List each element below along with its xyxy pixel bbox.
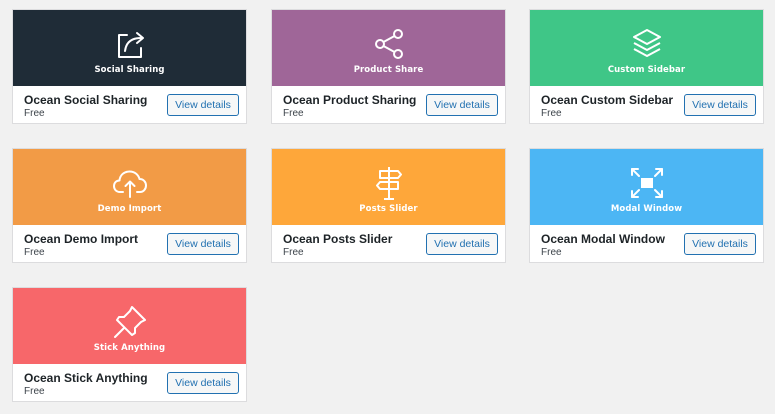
view-details-button[interactable]: View details [167,372,239,394]
extension-card-posts-slider[interactable]: Posts Slider Ocean Posts Slider Free Vie… [271,148,506,263]
extension-card-stick-anything[interactable]: Stick Anything Ocean Stick Anything Free… [12,287,247,402]
extensions-grid: Social Sharing Ocean Social Sharing Free… [0,0,775,414]
extension-banner[interactable]: Social Sharing [13,10,246,86]
extension-card-demo-import[interactable]: Demo Import Ocean Demo Import Free View … [12,148,247,263]
extension-price: Free [541,247,562,258]
view-details-button[interactable]: View details [167,94,239,116]
extension-meta: Ocean Product Sharing Free View details [272,86,505,124]
extension-title: Ocean Stick Anything [24,371,148,385]
layers-icon [632,29,661,57]
extension-title: Ocean Modal Window [541,232,665,246]
extension-card-product-sharing[interactable]: Product Share Ocean Product Sharing Free… [271,9,506,124]
view-details-button[interactable]: View details [167,233,239,255]
extension-price: Free [24,108,45,119]
extension-title: Ocean Demo Import [24,232,139,246]
extension-card-social-sharing[interactable]: Social Sharing Ocean Social Sharing Free… [12,9,247,124]
extension-meta: Ocean Modal Window Free View details [530,225,763,263]
banner-label: Posts Slider [359,204,418,214]
extension-banner[interactable]: Stick Anything [13,288,246,364]
banner-label: Modal Window [610,204,683,214]
banner-label: Stick Anything [93,343,166,353]
extension-price: Free [283,108,304,119]
extension-price: Free [24,386,45,397]
extension-price: Free [541,108,562,119]
extension-banner[interactable]: Custom Sidebar [530,10,763,86]
extension-card-modal-window[interactable]: Modal Window Ocean Modal Window Free Vie… [529,148,764,263]
extension-title: Ocean Social Sharing [24,93,148,107]
cloud-upload-icon [112,170,147,198]
view-details-button[interactable]: View details [426,94,498,116]
extension-meta: Ocean Stick Anything Free View details [13,364,246,402]
view-details-button[interactable]: View details [684,94,756,116]
banner-label: Product Share [353,65,424,75]
pushpin-icon [113,306,146,338]
view-details-button[interactable]: View details [684,233,756,255]
extension-meta: Ocean Demo Import Free View details [13,225,246,263]
share-nodes-icon [374,29,403,59]
banner-label: Demo Import [97,204,162,214]
view-details-button[interactable]: View details [426,233,498,255]
extension-meta: Ocean Posts Slider Free View details [272,225,505,263]
extension-banner[interactable]: Posts Slider [272,149,505,225]
extension-meta: Ocean Social Sharing Free View details [13,86,246,124]
extension-price: Free [283,247,304,258]
extension-title: Ocean Product Sharing [283,93,417,107]
banner-label: Social Sharing [94,65,165,75]
extension-title: Ocean Posts Slider [283,232,393,246]
extension-card-custom-sidebar[interactable]: Custom Sidebar Ocean Custom Sidebar Free… [529,9,764,124]
extension-banner[interactable]: Demo Import [13,149,246,225]
expand-arrows-icon [630,168,663,198]
extension-banner[interactable]: Product Share [272,10,505,86]
extension-title: Ocean Custom Sidebar [541,93,674,107]
extension-banner[interactable]: Modal Window [530,149,763,225]
banner-label: Custom Sidebar [607,65,686,75]
share-arrow-icon [117,32,144,58]
extension-meta: Ocean Custom Sidebar Free View details [530,86,763,124]
signpost-icon [375,167,402,200]
extension-price: Free [24,247,45,258]
